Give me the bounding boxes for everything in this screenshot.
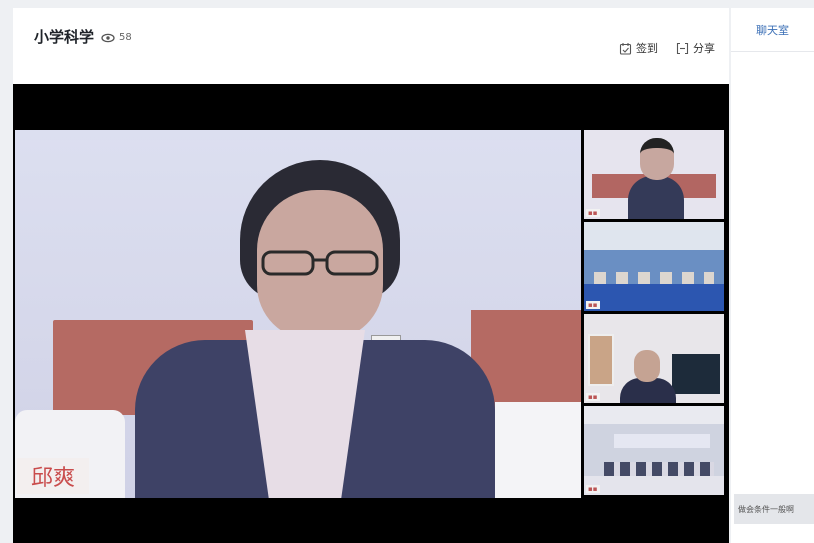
view-count-value: 58 (119, 32, 132, 43)
participant-thumbnail[interactable]: ▪▪ (584, 130, 724, 219)
participant-thumbnail[interactable]: ▪▪ (584, 222, 724, 311)
chat-sidebar: 聊天室 做会条件一般啊 (731, 8, 814, 543)
header: 小学科学 58 签到 分享 (13, 8, 729, 84)
main-speaker-video: 邱爽 (15, 130, 581, 498)
page-title: 小学科学 (34, 28, 95, 46)
share-label: 分享 (693, 42, 715, 55)
main-panel: 小学科学 58 签到 分享 邱爽 ▪▪ ▪▪ ▪▪ ▪▪ (13, 8, 729, 543)
participant-thumbnail[interactable]: ▪▪ (584, 314, 724, 403)
sign-in-button[interactable]: 签到 (619, 40, 658, 56)
chat-message: 做会条件一般啊 (734, 494, 814, 524)
share-icon (676, 42, 689, 54)
view-count: 58 (101, 32, 132, 43)
sign-in-icon (619, 42, 632, 55)
sign-in-label: 签到 (636, 42, 658, 55)
participant-thumbnails: ▪▪ ▪▪ ▪▪ ▪▪ (584, 130, 724, 498)
eye-icon (101, 33, 115, 42)
header-actions: 签到 分享 (619, 40, 715, 56)
participant-thumbnail[interactable]: ▪▪ (584, 406, 724, 495)
video-player[interactable]: 邱爽 ▪▪ ▪▪ ▪▪ ▪▪ (13, 84, 729, 543)
glasses (261, 250, 379, 276)
speaker-name-tag: 邱爽 (17, 458, 89, 494)
tab-chatroom[interactable]: 聊天室 (731, 8, 814, 52)
share-button[interactable]: 分享 (676, 40, 715, 56)
